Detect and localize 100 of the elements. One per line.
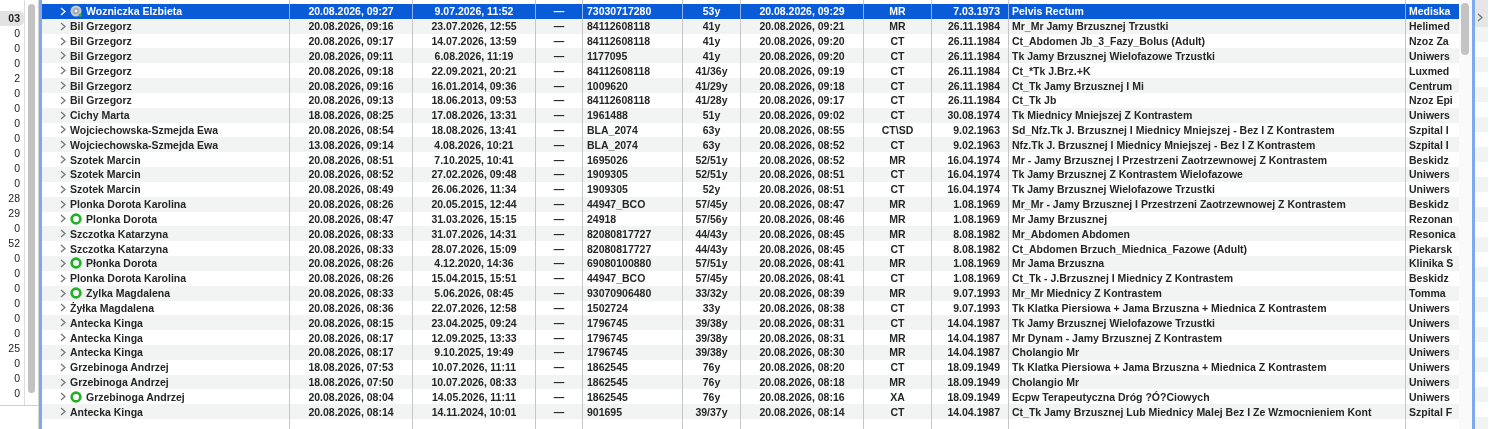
expand-button[interactable] xyxy=(1475,0,1488,27)
table-cell: MR xyxy=(889,345,906,360)
table-cell: 1909305 xyxy=(587,182,628,197)
table-cell: 20.08.2026, 08:54 xyxy=(308,123,394,137)
table-cell: — xyxy=(553,226,565,241)
scrollbar-thumb[interactable] xyxy=(28,4,35,393)
count-label[interactable]: 0 xyxy=(0,386,24,401)
table-row[interactable]: Antecka Kinga 20.08.2026, 08:14 14.11.2024, 10:01 — 901695 39/37y 20.08.2026, 08:14 CT 14.04.1987 Ct_Tk Jamy Brzusznej Lub Miednicy Malej Bez I Ze Wzmocnieniem Kont Szpital F xyxy=(42,404,1459,420)
table-cell: Ct_Tk Jb xyxy=(1012,93,1057,108)
table-cell: 20.08.2026, 08:17 xyxy=(308,345,394,360)
table-cell: 20.08.2026, 08:33 xyxy=(308,241,394,256)
table-cell: — xyxy=(553,93,565,108)
table-row[interactable]: Bil Grzegorz 20.08.2026, 09:11 6.08.2026, 11:19 — 1177095 41y 20.08.2026, 09:20 CT 26.11.1984 Tk Jamy Brzusznej Wielofazowe Trzustki Uniwers xyxy=(42,48,1459,64)
count-label[interactable]: 28 xyxy=(0,191,24,206)
table-row[interactable]: Antecka Kinga 20.08.2026, 08:17 9.10.2025, 19:49 — 1796745 39/38y 20.08.2026, 08:30 MR 14.04.1987 Cholangio Mr Uniwers xyxy=(42,345,1459,360)
table-cell: Ct_Abdomen Brzuch_Miednica_Fazowe (Adult) xyxy=(1012,241,1248,256)
table-cell: 39/38y xyxy=(695,330,728,345)
table-row[interactable]: Bil Grzegorz 20.08.2026, 09:16 16.01.2014, 09:36 — 1009620 41/29y 20.08.2026, 09:18 CT 26.11.1984 Ct_Tk Jamy Brzusznej I Mi Centrum xyxy=(42,78,1459,93)
table-cell: 20.08.2026, 08:30 xyxy=(759,345,845,360)
table-cell: Uniwers xyxy=(1409,48,1450,63)
table-row[interactable]: Wojciechowska-Szmejda Ewa 13.08.2026, 09:14 4.08.2026, 10:21 — BLA_2074 63y 20.08.2026, 08:52 CT 9.02.1963 Nfz.Tk J. Brzusznej I Miednicy Mniejszej - Bez I Z Kontrastem Szpital I xyxy=(42,137,1459,153)
table-cell: 20.08.2026, 08:18 xyxy=(759,375,845,390)
count-label[interactable]: 0 xyxy=(0,281,24,296)
count-label[interactable]: 0 xyxy=(0,116,24,131)
table-cell: 16.04.1974 xyxy=(947,167,1000,182)
patient-name: Cichy Marta xyxy=(70,108,130,123)
table-cell: 20.08.2026, 09:29 xyxy=(759,4,845,19)
table-cell: 18.08.2026, 08:25 xyxy=(308,108,394,123)
table-cell: CT xyxy=(890,404,905,419)
table-cell: Mr_Mr Miednicy Z Kontrastem xyxy=(1012,286,1162,301)
count-label[interactable]: 0 xyxy=(0,311,24,326)
count-label[interactable]: 0 xyxy=(0,266,24,281)
table-cell: Nzoz Za xyxy=(1409,34,1449,48)
table-cell: 20.05.2015, 12:44 xyxy=(431,197,517,212)
count-label[interactable]: 0 xyxy=(0,56,24,71)
table-row[interactable]: Szotek Marcin 20.08.2026, 08:52 27.02.2026, 09:48 — 1909305 52/51y 20.08.2026, 08:51 CT 16.04.1974 Tk Jamy Brzusznej Z Kontrastem Wielofazowe Uniwers xyxy=(42,167,1459,182)
table-cell: — xyxy=(553,375,565,390)
table-cell: Tk Jamy Brzusznej Wielofazowe Trzustki xyxy=(1012,315,1215,330)
table-cell: 14.04.1987 xyxy=(947,315,1000,330)
table-cell: 51y xyxy=(702,108,721,123)
count-label[interactable]: 0 xyxy=(0,371,24,386)
count-label[interactable]: 0 xyxy=(0,176,24,191)
table-cell: Ct_*Tk J.Brz.+K xyxy=(1012,63,1091,78)
count-label[interactable]: 0 xyxy=(0,356,24,371)
table-cell: 1695026 xyxy=(587,152,628,167)
count-label[interactable]: 03 xyxy=(0,11,24,26)
count-label[interactable]: 0 xyxy=(0,161,24,176)
table-cell: 20.08.2026, 08:04 xyxy=(308,389,394,404)
status-ring-icon xyxy=(70,257,82,270)
count-label[interactable]: 0 xyxy=(0,101,24,116)
patient-name: Antecka Kinga xyxy=(70,404,143,419)
table-cell: Nfz.Tk J. Brzusznej I Miednicy Mniejszej - Bez I Z Kontrastem xyxy=(1012,137,1316,152)
table-cell: Piekarsk xyxy=(1409,241,1453,256)
table-cell: 33/32y xyxy=(695,286,728,301)
disc-icon xyxy=(70,5,82,18)
table-cell: 1.08.1969 xyxy=(953,211,1000,226)
count-label[interactable]: 0 xyxy=(0,251,24,266)
count-label[interactable]: 0 xyxy=(0,86,24,101)
table-cell: BLA_2074 xyxy=(587,123,638,137)
count-label[interactable]: 0 xyxy=(0,296,24,311)
table-cell: Beskidz xyxy=(1409,271,1449,286)
table-cell: — xyxy=(553,123,565,137)
scrollbar-thumb[interactable] xyxy=(1461,3,1469,55)
table-row[interactable]: Szczotka Katarzyna 20.08.2026, 08:33 31.07.2026, 14:31 — 82080817727 44/43y 20.08.2026, 08:45 MR 8.08.1982 Mr_Abdomen Abdomen Resonica xyxy=(42,226,1459,242)
count-label[interactable]: 0 xyxy=(0,26,24,41)
count-label[interactable]: 0 xyxy=(0,41,24,56)
table-row[interactable]: Antecka Kinga 20.08.2026, 08:15 23.04.2025, 09:24 — 1796745 39/38y 20.08.2026, 08:31 CT 14.04.1987 Tk Jamy Brzusznej Wielofazowe Trzustki Uniwers xyxy=(42,315,1459,331)
table-cell: 20.08.2026, 08:52 xyxy=(759,137,845,152)
count-label[interactable]: 29 xyxy=(0,206,24,221)
count-label[interactable]: 0 xyxy=(0,326,24,341)
table-row[interactable]: Płonka Dorota 20.08.2026, 08:26 4.12.2020, 14:36 — 69080100880 57/51y 20.08.2026, 08:41 MR 1.08.1969 Mr Jama Brzuszna Klinika S xyxy=(42,256,1459,271)
patient-name: Plonka Dorota Karolina xyxy=(70,271,187,286)
table-cell: 1502724 xyxy=(587,300,628,315)
table-cell: Mr - Jamy Brzusznej I Przestrzeni Zaotrzewnowej Z Kontrastem xyxy=(1012,152,1328,167)
table-cell: 20.08.2026, 08:55 xyxy=(759,123,845,137)
count-label[interactable]: 25 xyxy=(0,341,24,356)
table-cell: 18.08.2026, 13:41 xyxy=(431,123,517,137)
table-cell: 18.09.1949 xyxy=(947,389,1000,404)
count-label[interactable]: 2 xyxy=(0,71,24,86)
patient-name: Bil Grzegorz xyxy=(70,34,132,48)
table-cell: 26.06.2026, 11:34 xyxy=(431,182,517,197)
table-cell: — xyxy=(553,137,565,152)
table-cell: 39/37y xyxy=(695,404,728,419)
table-cell: 1177095 xyxy=(587,48,628,63)
table-cell: 39/38y xyxy=(695,345,728,360)
chevron-icon[interactable] xyxy=(1476,13,1483,22)
table-cell: CT xyxy=(890,137,905,152)
table-cell: 20.08.2026, 09:20 xyxy=(759,48,845,63)
count-label[interactable]: 0 xyxy=(0,146,24,161)
count-label[interactable]: 0 xyxy=(0,221,24,236)
table-cell: 20.08.2026, 08:15 xyxy=(308,315,394,330)
table-row[interactable]: Wozniczka Elzbieta 20.08.2026, 09:27 9.07.2026, 11:52 — 73030717280 53y 20.08.2026, 09:29 MR 7.03.1973 Pelvis Rectum Mediska xyxy=(42,3,1459,19)
table-cell: 20.08.2026, 09:13 xyxy=(308,93,394,108)
count-label[interactable]: 0 xyxy=(0,131,24,146)
patient-name: Grzebinoga Andrzej xyxy=(86,389,185,404)
table-cell: MR xyxy=(889,4,906,19)
count-label[interactable]: 52 xyxy=(0,236,24,251)
table-cell: Uniwers xyxy=(1409,345,1450,360)
table-cell: 26.11.1984 xyxy=(948,48,1000,63)
table-cell: 41y xyxy=(702,48,721,63)
